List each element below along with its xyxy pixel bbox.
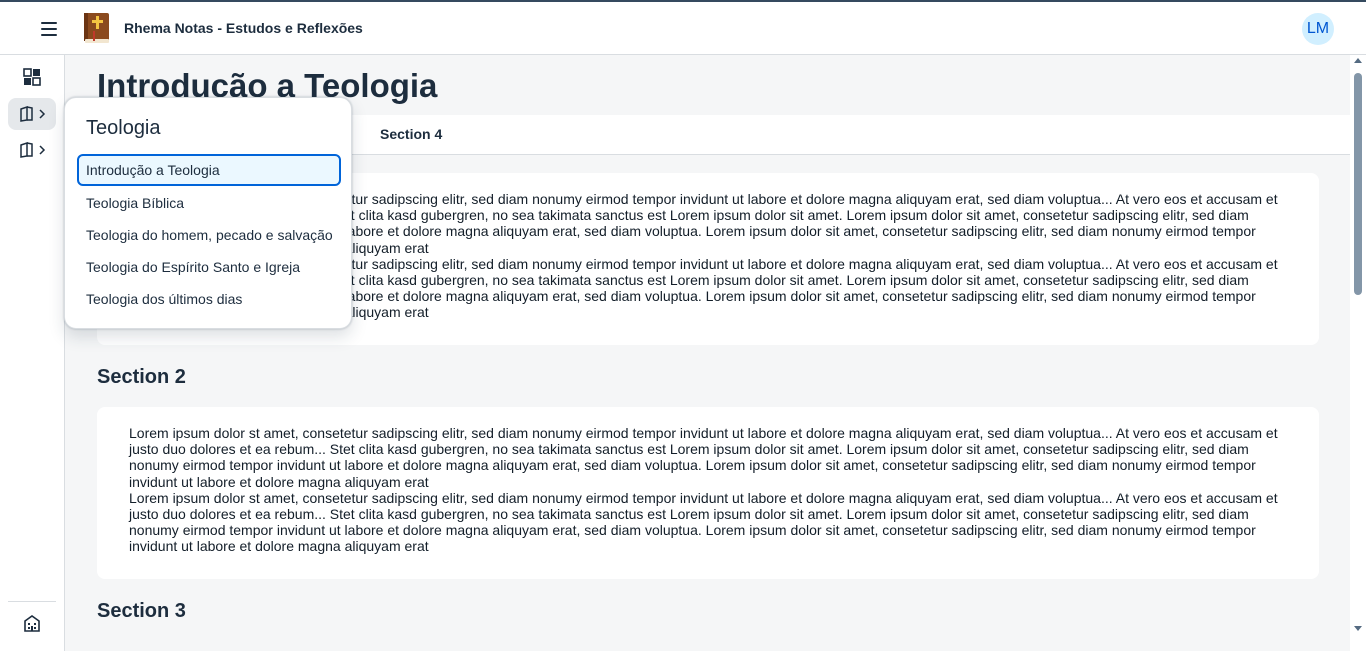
app-title: Rhema Notas - Estudos e Reflexões [124, 20, 363, 36]
nav-divider [8, 601, 56, 602]
chevron-right-icon [38, 145, 45, 155]
side-navigation [0, 55, 65, 651]
app-logo[interactable] [81, 11, 111, 45]
shell-bar: Rhema Notas - Estudos e Reflexões LM [0, 0, 1366, 55]
section-2-heading: Section 2 [97, 366, 186, 388]
submenu-item-espirito-santo-igreja[interactable]: Teologia do Espírito Santo e Igreja [77, 251, 341, 283]
scroll-down-icon[interactable] [1354, 626, 1362, 631]
nav-item-teologia[interactable] [8, 98, 56, 130]
submenu-item-ultimos-dias[interactable]: Teologia dos últimos dias [77, 283, 341, 315]
submenu-item-biblica[interactable]: Teologia Bíblica [77, 187, 341, 219]
section-3-heading: Section 3 [97, 600, 186, 622]
nav-item-dashboard[interactable] [8, 61, 56, 93]
avatar[interactable]: LM [1302, 13, 1334, 45]
book-icon [19, 106, 33, 122]
paragraph: Lorem ipsum dolor st amet, consetetur sa… [129, 425, 1278, 490]
book-icon [19, 142, 33, 158]
submenu-item-introducao[interactable]: Introdução a Teologia [77, 154, 341, 186]
scrollbar[interactable] [1350, 55, 1366, 651]
menu-icon[interactable] [38, 18, 60, 40]
submenu-item-homem-pecado-salvacao[interactable]: Teologia do homem, pecado e salvação [77, 219, 341, 251]
nav-item-book-2[interactable] [8, 134, 56, 166]
scroll-thumb[interactable] [1354, 73, 1362, 295]
nav-item-building[interactable] [8, 607, 56, 639]
dashboard-icon [23, 68, 41, 86]
chevron-right-icon [38, 109, 45, 119]
teologia-submenu: Teologia Introdução a Teologia Teologia … [64, 97, 352, 329]
submenu-title: Teologia [86, 117, 161, 139]
building-icon [24, 615, 40, 632]
paragraph: Lorem ipsum dolor st amet, consetetur sa… [129, 489, 1278, 555]
scroll-up-icon[interactable] [1354, 58, 1362, 63]
section-2-card: Lorem ipsum dolor st amet, consetetur sa… [97, 407, 1319, 579]
tab-section-4[interactable]: Section 4 [380, 126, 442, 142]
